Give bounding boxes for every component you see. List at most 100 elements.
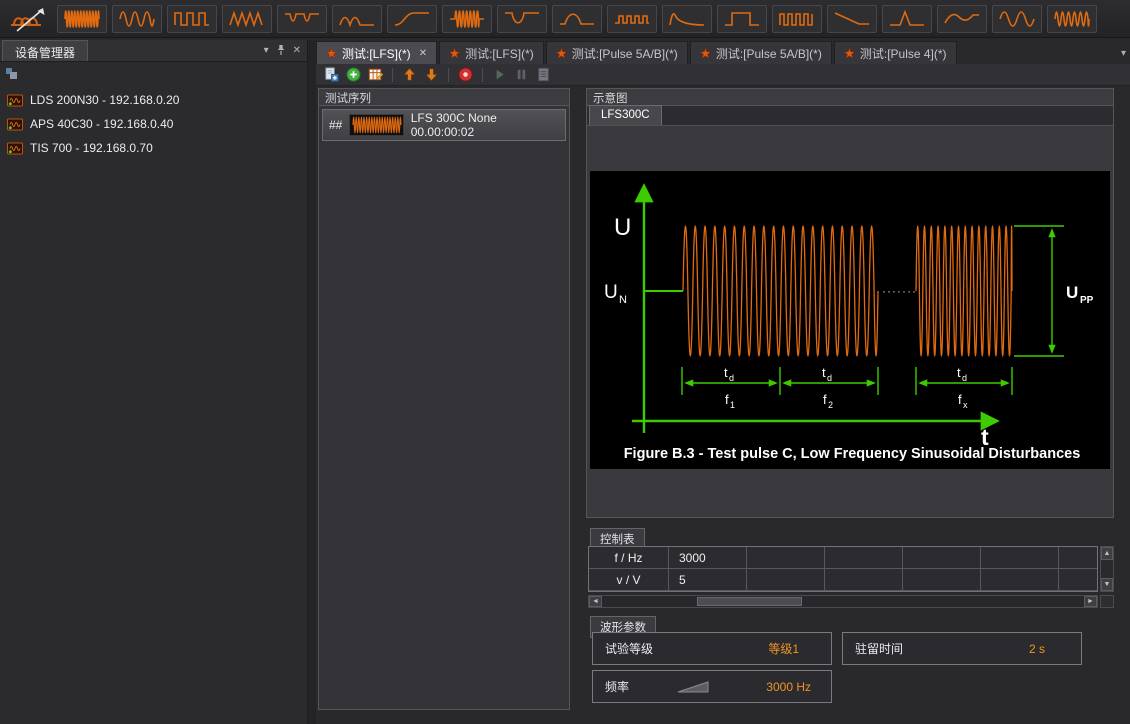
hscroll-thumb[interactable] <box>697 597 802 606</box>
new-button[interactable] <box>322 65 341 84</box>
move-up-icon <box>401 66 418 83</box>
toolbar-spike-pulse-button[interactable] <box>882 5 932 33</box>
toolbar-voltage-dip-button[interactable] <box>497 5 547 33</box>
cell-empty[interactable] <box>981 547 1059 569</box>
sequence-toolbar <box>316 64 1130 86</box>
dwell-time-value[interactable]: 2 s <box>1029 642 1081 656</box>
toolbar-square-pulses-button[interactable] <box>167 5 217 33</box>
edit-button[interactable] <box>366 65 385 84</box>
document-tab[interactable]: 测试:[LFS](*) <box>439 41 544 64</box>
test-level-field[interactable]: 试验等级 等级1 <box>592 632 832 665</box>
toolbar-double-bump-button[interactable] <box>332 5 382 33</box>
move-down-button[interactable] <box>422 65 441 84</box>
add-button[interactable] <box>344 65 363 84</box>
tab-label: 测试:[Pulse 4](*) <box>860 45 947 62</box>
frequency-value[interactable]: 3000 Hz <box>766 680 831 694</box>
td2-sub: d <box>827 373 832 383</box>
scroll-down-icon[interactable]: ▼ <box>1101 578 1113 591</box>
stop-button[interactable] <box>456 65 475 84</box>
wave-wave-icon <box>997 8 1037 30</box>
control-table-vscrollbar[interactable]: ▲ ▼ <box>1100 546 1114 592</box>
device-item[interactable]: TIS 700 - 192.168.0.70 <box>0 136 307 160</box>
cell-empty[interactable] <box>747 569 825 591</box>
toolbar-single-bump-button[interactable] <box>552 5 602 33</box>
y-axis-label: U <box>614 214 631 241</box>
device-list: LDS 200N30 - 192.168.0.20APS 40C30 - 192… <box>0 88 307 160</box>
control-table-hscrollbar[interactable]: ◄ ► <box>588 595 1098 608</box>
scroll-left-icon[interactable]: ◄ <box>589 596 602 607</box>
cell-empty[interactable] <box>1059 547 1098 569</box>
tab-list-dropdown-icon[interactable]: ▾ <box>1121 48 1126 59</box>
document-tab[interactable]: 测试:[Pulse 4](*) <box>834 41 957 64</box>
document-tab[interactable]: 测试:[LFS](*)✕ <box>316 41 437 64</box>
toolbar-step-pulse-button[interactable] <box>717 5 767 33</box>
device-item[interactable]: APS 40C30 - 192.168.0.40 <box>0 112 307 136</box>
close-icon[interactable]: ✕ <box>293 45 301 56</box>
upp-sub: PP <box>1080 295 1094 306</box>
f1-label: f <box>725 392 729 407</box>
table-row: f / Hz3000 <box>589 547 1097 569</box>
chevron-down-icon[interactable]: ▾ <box>264 45 269 56</box>
document-tab[interactable]: 测试:[Pulse 5A/B](*) <box>690 41 832 64</box>
scroll-up-icon[interactable]: ▲ <box>1101 547 1113 560</box>
gap-dots: ······· <box>882 284 917 298</box>
bump-wave-icon <box>557 8 597 30</box>
un-label: U <box>604 282 618 303</box>
toolbar-gated-burst-button[interactable] <box>442 5 492 33</box>
cell-empty[interactable] <box>981 569 1059 591</box>
sine-wave-icon <box>117 8 157 30</box>
cell-empty[interactable] <box>747 547 825 569</box>
pin-icon[interactable] <box>276 44 286 56</box>
schematic-tab[interactable]: LFS300C <box>589 105 662 125</box>
burst-wave-icon <box>62 8 102 30</box>
f1-sub: 1 <box>730 400 735 410</box>
toolbar-double-dip-button[interactable] <box>277 5 327 33</box>
document-tab[interactable]: 测试:[Pulse 5A/B](*) <box>546 41 688 64</box>
test-level-value[interactable]: 等级1 <box>768 640 831 657</box>
device-manager-tab[interactable]: 设备管理器 <box>2 40 88 61</box>
toolbar-ramp-down-button[interactable] <box>827 5 877 33</box>
device-item[interactable]: LDS 200N30 - 192.168.0.20 <box>0 88 307 112</box>
play-button[interactable] <box>490 65 509 84</box>
ramp-icon <box>677 680 709 693</box>
wave-button-strip <box>57 5 1097 33</box>
cell-param[interactable]: f / Hz <box>589 547 669 569</box>
pause-button[interactable] <box>512 65 531 84</box>
toolbar-sine-wave-button[interactable] <box>112 5 162 33</box>
train-wave-icon <box>777 8 817 30</box>
toolbar-dense-burst-button[interactable] <box>57 5 107 33</box>
tab-strip: 测试:[LFS](*)✕ 测试:[LFS](*) 测试:[Pulse 5A/B](*… <box>316 41 959 64</box>
toolbar-dense-sine-button[interactable] <box>1047 5 1097 33</box>
toolbar-rise-curve-button[interactable] <box>387 5 437 33</box>
dwell-time-field[interactable]: 驻留时间 2 s <box>842 632 1082 665</box>
frequency-field[interactable]: 频率 3000 Hz <box>592 670 832 703</box>
tab-label: 测试:[LFS](*) <box>465 45 534 62</box>
cell-empty[interactable] <box>825 569 903 591</box>
toolbar-smooth-curve-button[interactable] <box>937 5 987 33</box>
cell-empty[interactable] <box>903 569 981 591</box>
panel-toolbar-icon[interactable] <box>6 68 20 80</box>
control-table: f / Hz3000v / V5 <box>588 546 1098 592</box>
tab-close-icon[interactable]: ✕ <box>419 48 427 59</box>
panel-splitter[interactable] <box>308 40 316 724</box>
toolbar-triangle-wave-button[interactable] <box>222 5 272 33</box>
gated-wave-icon <box>447 8 487 30</box>
scroll-right-icon[interactable]: ► <box>1084 596 1097 607</box>
toolbar-decay-pulse-button[interactable] <box>662 5 712 33</box>
sequence-item[interactable]: ##LFS 300C None 00.00:00:02 <box>322 109 566 141</box>
toolbar-long-wave-button[interactable] <box>992 5 1042 33</box>
cell-value[interactable]: 5 <box>669 569 747 591</box>
move-up-button[interactable] <box>400 65 419 84</box>
play-icon <box>491 66 508 83</box>
cell-empty[interactable] <box>825 547 903 569</box>
cell-empty[interactable] <box>1059 569 1098 591</box>
cell-param[interactable]: v / V <box>589 569 669 591</box>
toolbar-micro-pulses-button[interactable] <box>607 5 657 33</box>
add-step-icon <box>345 66 362 83</box>
toolbar-pulse-train-button[interactable] <box>772 5 822 33</box>
table-row: v / V5 <box>589 569 1097 591</box>
sequence-panel-title: 测试序列 <box>325 93 371 105</box>
cell-value[interactable]: 3000 <box>669 547 747 569</box>
report-button[interactable] <box>534 65 553 84</box>
cell-empty[interactable] <box>903 547 981 569</box>
